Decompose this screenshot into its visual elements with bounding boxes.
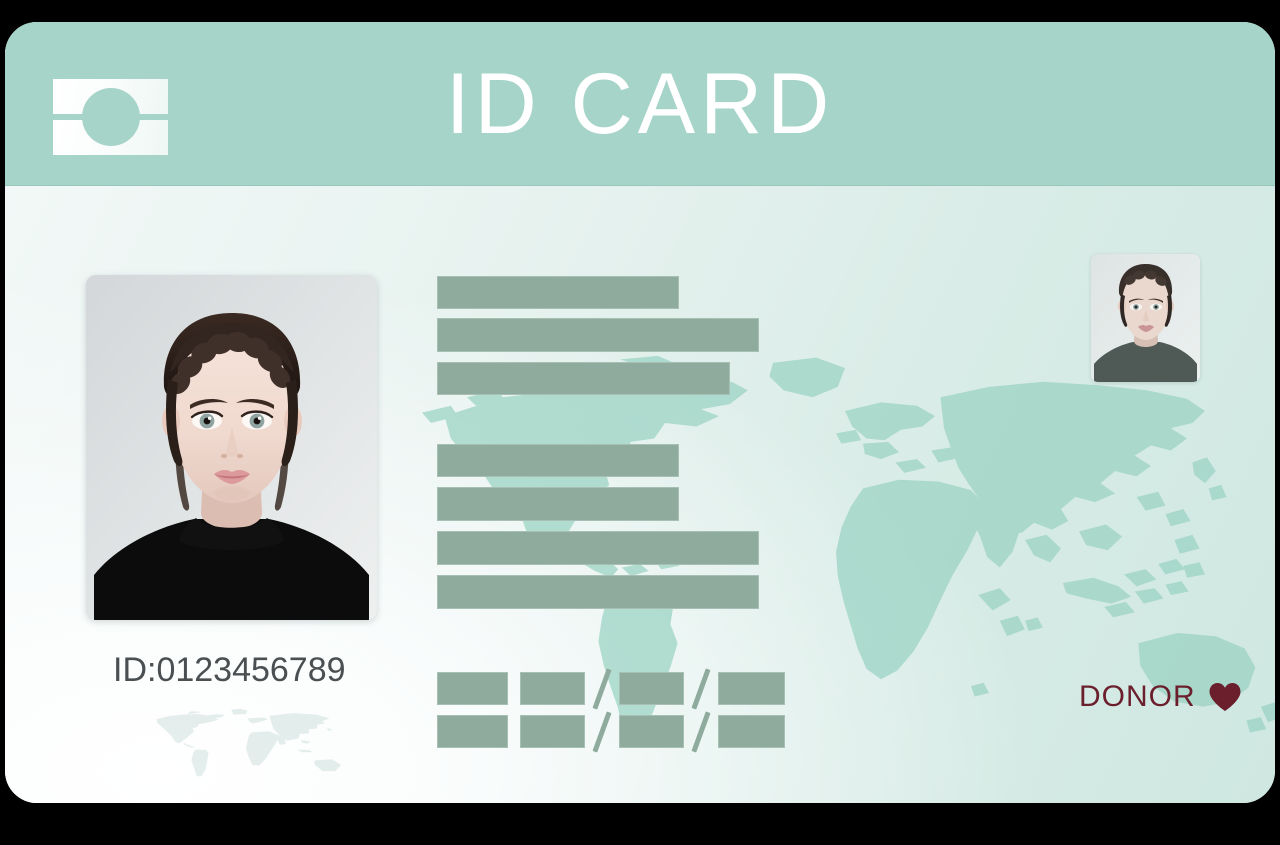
dob-day-block (619, 672, 684, 705)
date-separator-slash (585, 672, 619, 705)
redacted-address-field (437, 362, 730, 395)
redacted-class-field (437, 531, 759, 565)
redacted-state-field (437, 487, 679, 521)
donor-label: DONOR (1079, 680, 1196, 713)
date-of-expiry-row (437, 715, 785, 748)
card-header: ID CARD (5, 22, 1275, 186)
id-card: ID CARD ID:0123456789 DONOR (5, 22, 1275, 803)
dob-year-block (718, 672, 785, 705)
donor-badge: DONOR (1079, 680, 1242, 714)
redacted-surname-field (437, 318, 759, 352)
date-separator-slash (684, 715, 718, 748)
expiry-day-block (619, 715, 684, 748)
date-of-birth-row (437, 672, 785, 705)
expiry-year-block (718, 715, 785, 748)
dob-label-block (437, 672, 508, 705)
expiry-label-block (437, 715, 508, 748)
redacted-name-field (437, 276, 679, 309)
ghost-portrait-photo (1091, 254, 1200, 382)
date-separator-slash (684, 672, 718, 705)
heart-icon (1209, 683, 1241, 711)
redacted-restrictions-field (437, 575, 759, 609)
page-title: ID CARD (445, 55, 835, 152)
id-number-label: ID:0123456789 (113, 651, 346, 689)
expiry-month-block (520, 715, 585, 748)
dob-month-block (520, 672, 585, 705)
portrait-photo (86, 275, 377, 620)
redacted-city-field (437, 444, 679, 477)
date-separator-slash (585, 715, 619, 748)
